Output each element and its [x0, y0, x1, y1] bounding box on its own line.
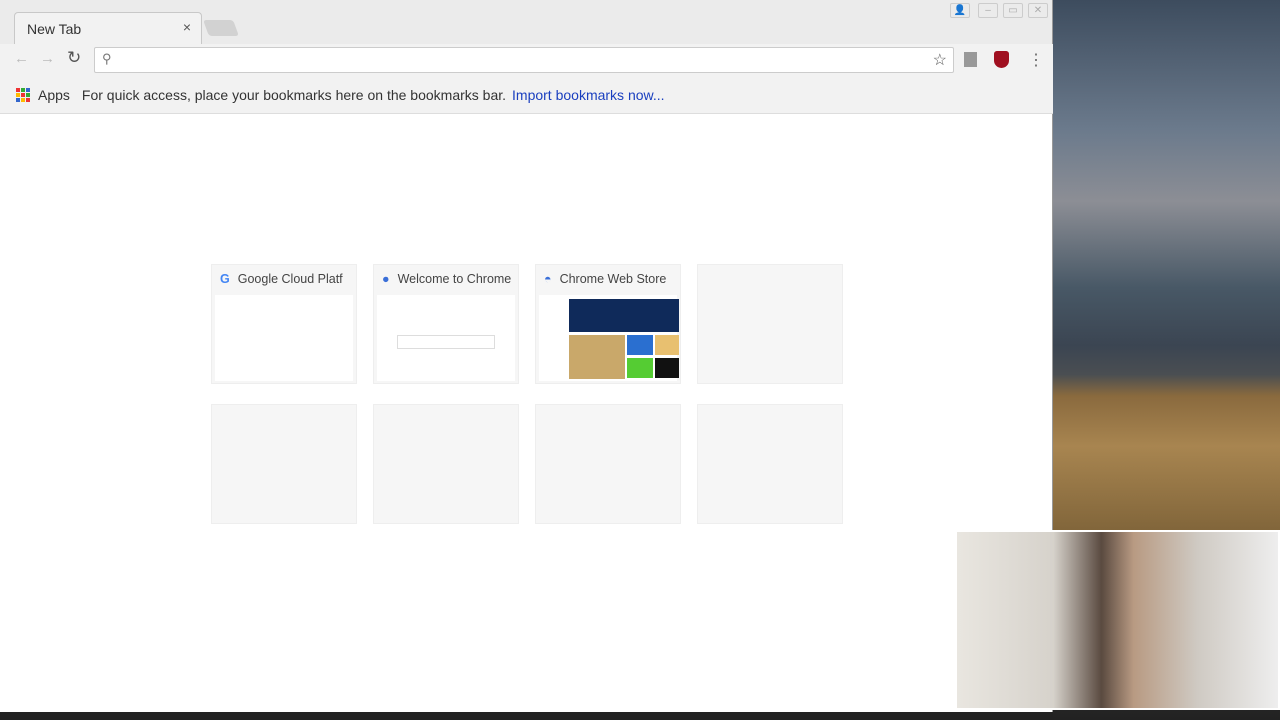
most-visited-tile[interactable]: ◓ Chrome Web Store — [535, 264, 681, 384]
google-icon: G — [220, 272, 230, 286]
back-icon[interactable]: ← — [14, 50, 29, 67]
tab-title: New Tab — [27, 21, 82, 37]
forward-icon[interactable]: → — [40, 50, 55, 67]
most-visited-tile[interactable]: ● Welcome to Chrome — [373, 264, 519, 384]
most-visited-tile[interactable]: G Google Cloud Platf — [211, 264, 357, 384]
menu-icon[interactable]: ⋮ — [1028, 50, 1044, 70]
bookmarks-hint: For quick access, place your bookmarks h… — [81, 86, 507, 103]
empty-tile — [211, 404, 357, 524]
empty-tile — [697, 404, 843, 524]
tab-strip: New Tab × 👤 – ▭ ✕ — [0, 0, 1052, 44]
tile-title: Chrome Web Store — [559, 272, 667, 286]
apps-link[interactable]: Apps — [38, 87, 70, 103]
empty-tile — [697, 264, 843, 384]
close-tab-icon[interactable]: × — [183, 19, 191, 35]
empty-tile — [535, 404, 681, 524]
address-input[interactable] — [121, 52, 911, 69]
reload-icon[interactable]: ↻ — [67, 48, 81, 68]
webcam-overlay — [955, 530, 1280, 710]
omnibox[interactable]: ⚲ ☆ — [94, 47, 954, 73]
web-store-icon: ◓ — [544, 272, 552, 286]
bookmark-star-icon[interactable]: ☆ — [933, 50, 947, 70]
extension-icon[interactable] — [964, 52, 977, 67]
bookmarks-bar: Apps For quick access, place your bookma… — [0, 76, 1053, 114]
profile-icon[interactable]: 👤 — [950, 3, 970, 18]
tile-thumbnail — [377, 295, 515, 381]
toolbar: ← → ↻ ⚲ ☆ ⋮ — [0, 44, 1053, 76]
tile-title: Google Cloud Platf — [237, 272, 343, 286]
ublock-icon[interactable] — [994, 51, 1009, 68]
apps-icon[interactable] — [16, 87, 30, 102]
tab-new-tab[interactable]: New Tab × — [14, 12, 202, 44]
tile-thumbnail — [539, 295, 679, 381]
tile-title: Welcome to Chrome — [397, 272, 512, 286]
close-window-button[interactable]: ✕ — [1028, 3, 1048, 18]
import-bookmarks-link[interactable]: Import bookmarks now... — [512, 87, 665, 103]
maximize-button[interactable]: ▭ — [1003, 3, 1023, 18]
empty-tile — [373, 404, 519, 524]
minimize-button[interactable]: – — [978, 3, 998, 18]
search-icon: ⚲ — [102, 51, 112, 66]
chrome-icon: ● — [382, 272, 390, 286]
tile-thumbnail — [215, 295, 353, 381]
new-tab-button[interactable] — [203, 20, 239, 36]
chrome-window: New Tab × 👤 – ▭ ✕ ← → ↻ ⚲ ☆ ⋮ Apps For q… — [0, 0, 1053, 712]
